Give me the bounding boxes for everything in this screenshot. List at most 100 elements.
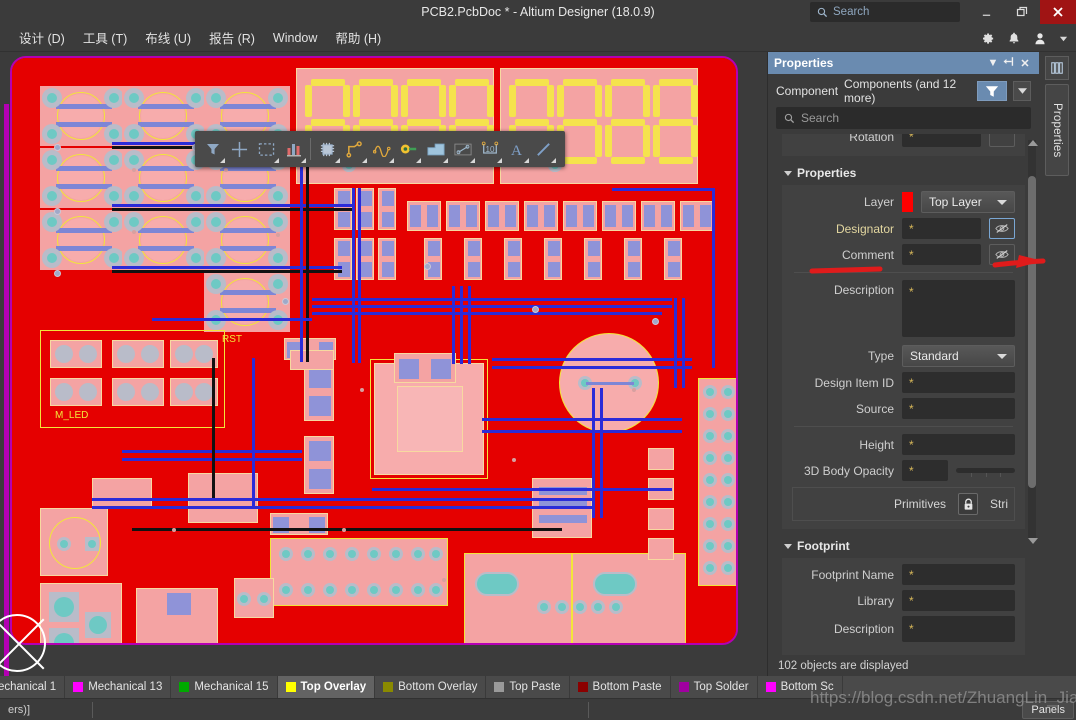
properties-scroll-area[interactable]: Rotation * Properties Layer Top Layer De… bbox=[768, 134, 1039, 694]
layer-tab-bottom-paste[interactable]: Bottom Paste bbox=[569, 676, 671, 698]
menu-route[interactable]: 布线 (U) bbox=[136, 25, 200, 50]
pin-header-bottom[interactable] bbox=[270, 538, 448, 606]
layer-tab-mechanical-13[interactable]: Mechanical 13 bbox=[65, 676, 172, 698]
dual-connector-block[interactable] bbox=[464, 553, 686, 643]
ic-small[interactable] bbox=[136, 588, 218, 643]
menu-tools[interactable]: 工具 (T) bbox=[74, 25, 136, 50]
resistor-smd[interactable] bbox=[407, 201, 441, 231]
pcb-floating-toolbar[interactable]: 10 A bbox=[195, 131, 565, 167]
power-connector[interactable] bbox=[40, 508, 108, 576]
led[interactable] bbox=[50, 378, 102, 406]
resistor-smd[interactable] bbox=[270, 513, 328, 535]
place-component-button[interactable] bbox=[314, 134, 341, 164]
resistor-smd[interactable] bbox=[446, 201, 480, 231]
tact-switch[interactable] bbox=[122, 210, 208, 270]
opacity-field[interactable]: * bbox=[902, 460, 948, 481]
layer-tab-top-solder[interactable]: Top Solder bbox=[670, 676, 758, 698]
resistor-smd[interactable] bbox=[648, 508, 674, 530]
maximize-button[interactable] bbox=[1006, 0, 1038, 24]
led[interactable] bbox=[170, 378, 218, 406]
resistor-smd[interactable] bbox=[524, 201, 558, 231]
diode[interactable] bbox=[234, 578, 274, 618]
resistor-smd[interactable] bbox=[424, 238, 442, 280]
tact-switch-reset[interactable] bbox=[204, 272, 290, 332]
capacitor[interactable] bbox=[304, 363, 334, 421]
resistor-smd[interactable] bbox=[378, 188, 396, 230]
panel-tab-properties[interactable]: Properties bbox=[1045, 84, 1069, 176]
led[interactable] bbox=[50, 340, 102, 368]
led[interactable] bbox=[112, 378, 164, 406]
type-combo[interactable]: Standard bbox=[902, 345, 1015, 367]
place-dimension-button[interactable] bbox=[449, 134, 476, 164]
scroll-down-arrow[interactable] bbox=[1028, 538, 1038, 544]
selection-filter-button[interactable] bbox=[977, 81, 1007, 101]
chevron-down-icon[interactable] bbox=[1059, 34, 1068, 43]
place-line-button[interactable] bbox=[530, 134, 557, 164]
usb-connector[interactable] bbox=[40, 583, 122, 643]
ic-small[interactable] bbox=[92, 478, 152, 508]
opacity-slider[interactable] bbox=[956, 462, 1015, 480]
user-icon[interactable] bbox=[1033, 31, 1047, 46]
board-insight-button[interactable] bbox=[280, 134, 307, 164]
resistor-smd[interactable] bbox=[664, 238, 682, 280]
layer-tab-mechanical-1[interactable]: echanical 1 bbox=[0, 676, 66, 698]
footprint-description-field[interactable]: * bbox=[902, 616, 1015, 642]
resistor-smd[interactable] bbox=[584, 238, 602, 280]
section-header-properties[interactable]: Properties bbox=[784, 166, 1039, 180]
filter-button[interactable] bbox=[199, 134, 226, 164]
selection-button[interactable] bbox=[253, 134, 280, 164]
resistor-smd[interactable] bbox=[464, 238, 482, 280]
place-polygon-button[interactable] bbox=[422, 134, 449, 164]
designator-field[interactable]: * bbox=[902, 218, 981, 239]
global-search-input[interactable]: Search bbox=[810, 2, 960, 22]
menu-reports[interactable]: 报告 (R) bbox=[200, 25, 264, 50]
properties-scrollbar[interactable] bbox=[1028, 140, 1036, 538]
tact-switch[interactable] bbox=[40, 148, 126, 208]
resistor-smd[interactable] bbox=[624, 238, 642, 280]
source-field[interactable]: * bbox=[902, 398, 1015, 419]
tact-switch[interactable] bbox=[40, 210, 126, 270]
resistor-smd[interactable] bbox=[602, 201, 636, 231]
capacitor[interactable] bbox=[304, 436, 334, 494]
resistor-smd[interactable] bbox=[648, 448, 674, 470]
close-button[interactable] bbox=[1040, 0, 1076, 24]
rotation-extra-button[interactable] bbox=[989, 134, 1015, 147]
crystal[interactable] bbox=[394, 353, 456, 383]
height-field[interactable]: * bbox=[902, 434, 1015, 455]
layer-tab-top-overlay[interactable]: Top Overlay bbox=[277, 676, 376, 698]
menu-help[interactable]: 帮助 (H) bbox=[326, 25, 390, 50]
layer-tab-top-paste[interactable]: Top Paste bbox=[486, 676, 570, 698]
resistor-smd[interactable] bbox=[544, 238, 562, 280]
design-item-id-field[interactable]: * bbox=[902, 372, 1015, 393]
panel-collapse-button[interactable]: ▼ bbox=[985, 57, 1001, 69]
led[interactable] bbox=[112, 340, 164, 368]
layer-tab-bottom-overlay[interactable]: Bottom Overlay bbox=[375, 676, 487, 698]
place-pad-via-button[interactable] bbox=[395, 134, 422, 164]
place-string-button[interactable]: A bbox=[503, 134, 530, 164]
place-coordinate-button[interactable]: 10 bbox=[476, 134, 503, 164]
section-header-footprint[interactable]: Footprint bbox=[784, 539, 1039, 553]
selection-filter-dropdown[interactable] bbox=[1013, 81, 1031, 101]
scrollbar-thumb[interactable] bbox=[1028, 176, 1036, 488]
minimize-button[interactable] bbox=[970, 0, 1002, 24]
gear-icon[interactable] bbox=[980, 31, 995, 46]
footprint-library-field[interactable]: * bbox=[902, 590, 1015, 611]
menu-design[interactable]: 设计 (D) bbox=[10, 25, 74, 50]
resistor-smd[interactable] bbox=[378, 238, 396, 280]
resistor-smd[interactable] bbox=[504, 238, 522, 280]
resistor-smd[interactable] bbox=[641, 201, 675, 231]
comment-field[interactable]: * bbox=[902, 244, 981, 265]
led[interactable] bbox=[170, 340, 218, 368]
resistor-smd[interactable] bbox=[648, 538, 674, 560]
tact-switch[interactable] bbox=[204, 210, 290, 270]
panel-close-button[interactable]: ✕ bbox=[1017, 57, 1033, 70]
properties-search-input[interactable]: Search bbox=[776, 107, 1031, 129]
pin-header-right[interactable] bbox=[698, 378, 736, 586]
resistor-smd[interactable] bbox=[485, 201, 519, 231]
comment-visibility-toggle[interactable] bbox=[989, 244, 1015, 265]
cross-probe-button[interactable] bbox=[226, 134, 253, 164]
menu-window[interactable]: Window bbox=[264, 28, 326, 48]
tact-switch[interactable] bbox=[40, 86, 126, 146]
panel-pin-button[interactable] bbox=[1001, 56, 1017, 70]
resistor-smd[interactable] bbox=[290, 350, 334, 370]
